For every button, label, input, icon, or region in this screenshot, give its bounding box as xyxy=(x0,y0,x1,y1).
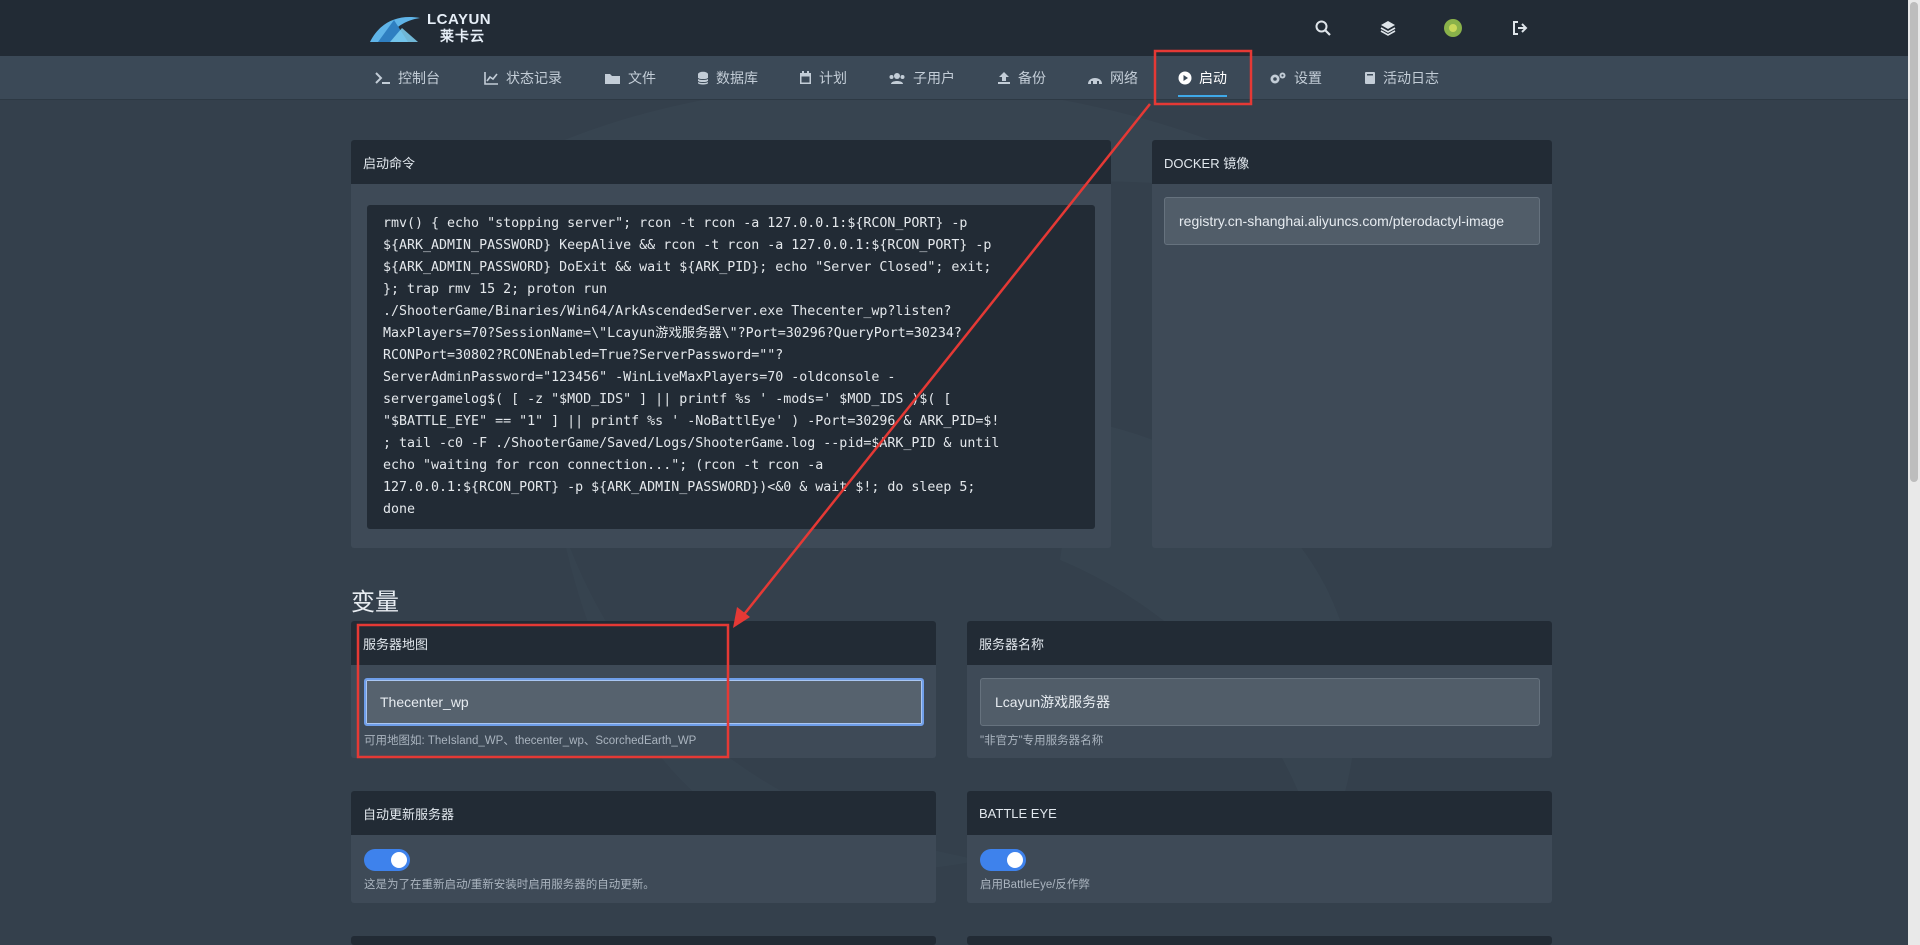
top-header: LCAYUN 莱卡云 xyxy=(0,0,1908,56)
next-variable-panel xyxy=(351,936,936,945)
database-icon xyxy=(697,71,709,84)
auto-update-panel: 自动更新服务器 这是为了在重新启动/重新安装时启用服务器的自动更新。 xyxy=(351,791,936,903)
server-name-input[interactable]: Lcayun游戏服务器 xyxy=(980,678,1540,726)
server-map-input[interactable]: Thecenter_wp xyxy=(364,678,924,726)
terminal-icon xyxy=(375,72,390,84)
brand-subtitle: 莱卡云 xyxy=(440,28,485,44)
auto-update-toggle[interactable] xyxy=(364,849,410,871)
search-icon[interactable] xyxy=(1311,16,1335,40)
next-variable-panel xyxy=(967,936,1552,945)
docker-image-field[interactable]: registry.cn-shanghai.aliyuncs.com/pterod… xyxy=(1164,197,1540,245)
auto-update-hint: 这是为了在重新启动/重新安装时启用服务器的自动更新。 xyxy=(364,879,655,891)
users-icon xyxy=(889,72,905,84)
folder-icon xyxy=(605,73,620,84)
tab-label: 控制台 xyxy=(398,70,440,86)
layers-icon[interactable] xyxy=(1376,16,1400,40)
tab-console[interactable]: 控制台 xyxy=(375,56,440,100)
chart-line-icon xyxy=(484,72,498,85)
tab-startup[interactable]: 启动 xyxy=(1178,56,1227,100)
tab-label: 子用户 xyxy=(913,70,955,86)
tab-label: 状态记录 xyxy=(506,70,562,86)
upload-icon xyxy=(998,72,1010,84)
logout-icon[interactable] xyxy=(1508,16,1532,40)
avatar[interactable] xyxy=(1441,16,1465,40)
panel-title: 自动更新服务器 xyxy=(351,791,936,835)
panel-title: 服务器名称 xyxy=(967,621,1552,665)
tab-label: 计划 xyxy=(819,70,847,86)
gears-icon xyxy=(1270,72,1286,84)
network-icon xyxy=(1088,77,1102,84)
docker-image-panel: DOCKER 镜像 registry.cn-shanghai.aliyuncs.… xyxy=(1152,140,1552,548)
tab-label: 设置 xyxy=(1294,70,1322,86)
tab-schedules[interactable]: 计划 xyxy=(799,56,847,100)
server-nav: 控制台 状态记录 文件 数据库 计划 子用户 备份 网络 启动 设置 活动日志 xyxy=(0,56,1908,100)
tab-databases[interactable]: 数据库 xyxy=(697,56,758,100)
server-name-panel: 服务器名称 Lcayun游戏服务器 "非官方"专用服务器名称 xyxy=(967,621,1552,758)
scrollbar-thumb[interactable] xyxy=(1910,2,1918,482)
server-map-panel: 服务器地图 Thecenter_wp 可用地图如: TheIsland_WP、t… xyxy=(351,621,936,758)
tab-files[interactable]: 文件 xyxy=(604,56,656,100)
tab-label: 启动 xyxy=(1199,70,1227,86)
tab-activity-stats[interactable]: 状态记录 xyxy=(484,56,562,100)
variables-heading: 变量 xyxy=(351,589,399,616)
server-name-hint: "非官方"专用服务器名称 xyxy=(980,735,1104,747)
play-circle-icon xyxy=(1178,71,1192,85)
tab-label: 网络 xyxy=(1110,70,1138,86)
tab-backups[interactable]: 备份 xyxy=(997,56,1046,100)
calendar-icon xyxy=(800,71,811,84)
battle-eye-panel: BATTLE EYE 启用BattleEye/反作弊 xyxy=(967,791,1552,903)
battle-eye-toggle[interactable] xyxy=(980,849,1026,871)
tab-network[interactable]: 网络 xyxy=(1087,56,1138,100)
tab-label: 活动日志 xyxy=(1383,70,1439,86)
tab-activity-log[interactable]: 活动日志 xyxy=(1364,56,1439,100)
tab-settings[interactable]: 设置 xyxy=(1269,56,1322,100)
panel-title: BATTLE EYE xyxy=(967,791,1552,835)
server-map-hint: 可用地图如: TheIsland_WP、thecenter_wp、Scorche… xyxy=(364,735,697,747)
startup-command-panel: 启动命令 rmv() { echo "stopping server"; rco… xyxy=(351,140,1111,548)
book-icon xyxy=(1365,72,1375,84)
startup-command-text[interactable]: rmv() { echo "stopping server"; rcon -t … xyxy=(367,205,1095,529)
tab-label: 备份 xyxy=(1018,70,1046,86)
tab-label: 文件 xyxy=(628,70,656,86)
tab-label: 数据库 xyxy=(716,70,758,86)
tab-subusers[interactable]: 子用户 xyxy=(888,56,955,100)
panel-title: DOCKER 镜像 xyxy=(1152,140,1552,184)
battle-eye-hint: 启用BattleEye/反作弊 xyxy=(980,879,1090,891)
panel-title: 服务器地图 xyxy=(351,621,936,665)
panel-title: 启动命令 xyxy=(351,140,1111,184)
